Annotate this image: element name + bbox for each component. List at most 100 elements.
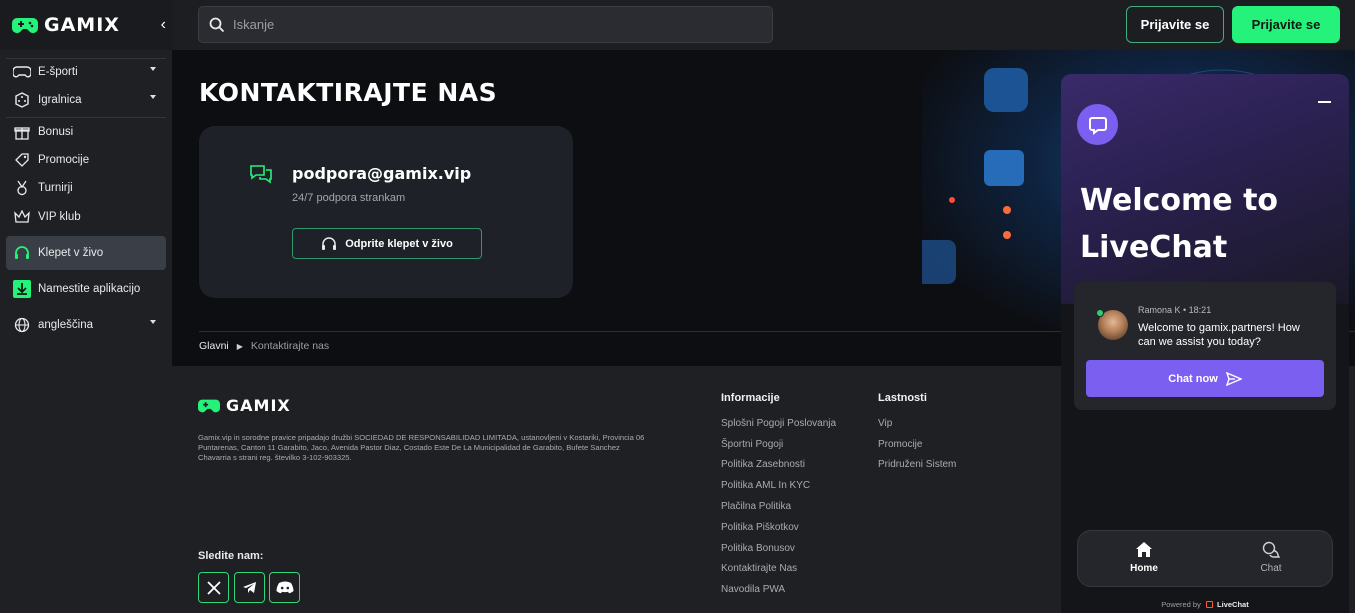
gamepad-logo-icon [198, 399, 220, 413]
sidebar-item-esports[interactable]: E-športi [6, 58, 166, 86]
footer-link[interactable]: Politika AML In KYC [721, 480, 810, 491]
top-bar: Prijavite se Prijavite se [172, 0, 1355, 50]
sidebar-item-label: Turnirji [38, 182, 73, 194]
footer-link[interactable]: Kontaktirajte Nas [721, 563, 797, 574]
sidebar-item-tournaments[interactable]: Turnirji [6, 174, 166, 202]
discord-social-button[interactable] [269, 572, 300, 603]
powered-by[interactable]: Powered by LiveChat [1061, 600, 1349, 609]
tab-home[interactable]: Home [1114, 541, 1174, 574]
online-status-dot [1096, 309, 1104, 317]
chat-bubbles-icon [1262, 541, 1280, 558]
x-social-button[interactable] [198, 572, 229, 603]
chat-bubbles-icon [250, 165, 272, 184]
logo-text: GAMIX [226, 396, 291, 415]
livechat-message-card: Ramona K • 18:21 Welcome to gamix.partne… [1074, 282, 1336, 410]
sidebar-item-live-chat[interactable]: Klepet v živo [6, 236, 166, 270]
livechat-tab-bar: Home Chat [1077, 530, 1333, 587]
sidebar-item-label: Bonusi [38, 126, 74, 138]
support-email[interactable]: podpora@gamix.vip [292, 164, 471, 183]
powered-prefix: Powered by [1161, 600, 1201, 609]
chevron-down-icon [150, 67, 156, 71]
chevron-down-icon [150, 320, 156, 324]
sidebar-item-label: Namestite aplikacijo [38, 283, 141, 295]
sidebar-item-vip[interactable]: VIP klub [6, 203, 166, 231]
tag-icon [12, 150, 32, 170]
search-input[interactable] [233, 17, 753, 32]
footer-link[interactable]: Navodila PWA [721, 584, 785, 595]
tab-chat[interactable]: Chat [1241, 541, 1301, 574]
footer-link[interactable]: Politika Zasebnosti [721, 459, 805, 470]
gamepad-logo-icon [12, 18, 38, 33]
footer-link[interactable]: Plačilna Politika [721, 501, 791, 512]
globe-icon [12, 315, 32, 335]
footer-logo[interactable]: GAMIX [198, 396, 291, 415]
powered-brand: LiveChat [1217, 600, 1249, 609]
open-live-chat-label: Odprite klepet v živo [345, 237, 453, 250]
livechat-header: Welcome to LiveChat [1061, 74, 1349, 304]
login-button[interactable]: Prijavite se [1126, 6, 1224, 43]
tab-label: Chat [1260, 563, 1282, 574]
breadcrumb-home[interactable]: Glavni [199, 340, 229, 352]
livechat-welcome: Welcome to LiveChat [1080, 183, 1279, 265]
agent-message: Welcome to gamix.partners! How can we as… [1138, 322, 1300, 348]
gamepad-icon [12, 62, 32, 82]
sidebar-item-label: Igralnica [38, 94, 82, 106]
sidebar-item-casino[interactable]: Igralnica [6, 86, 166, 114]
minimize-icon[interactable] [1318, 101, 1331, 103]
sidebar-item-promotions[interactable]: Promocije [6, 146, 166, 174]
footer-link[interactable]: Športni Pogoji [721, 439, 783, 450]
footer-column-title: Informacije [721, 392, 780, 404]
x-icon [206, 580, 221, 595]
footer-link[interactable]: Pridruženi Sistem [878, 459, 956, 470]
headset-icon [12, 243, 32, 263]
breadcrumb: Glavni ▶ Kontaktirajte nas [199, 340, 329, 352]
dice-icon [12, 90, 32, 110]
breadcrumb-current: Kontaktirajte nas [250, 340, 330, 352]
search-box[interactable] [198, 6, 773, 43]
open-live-chat-button[interactable]: Odprite klepet v živo [292, 228, 482, 259]
logo[interactable]: GAMIX ‹ [0, 0, 172, 50]
search-icon [209, 17, 225, 32]
sidebar-item-label: Promocije [38, 154, 90, 166]
footer-link[interactable]: Splošni Pogoji Poslovanja [721, 418, 836, 429]
sidebar-item-bonuses[interactable]: Bonusi [6, 118, 166, 146]
page-title: KONTAKTIRAJTE NAS [199, 78, 498, 107]
sidebar-item-label: VIP klub [38, 211, 81, 223]
footer-link[interactable]: Politika Bonusov [721, 543, 795, 554]
sidebar-item-install-app[interactable]: Namestite aplikacijo [6, 275, 166, 303]
telegram-icon [243, 582, 256, 593]
sidebar-item-label: angleščina [38, 319, 93, 331]
sidebar-item-label: Klepet v živo [38, 247, 104, 259]
logo-text: GAMIX [44, 14, 120, 36]
home-icon [1136, 542, 1152, 557]
footer-link[interactable]: Promocije [878, 439, 922, 450]
footer-column-title: Lastnosti [878, 392, 927, 404]
footer-link[interactable]: Politika Piškotkov [721, 522, 799, 533]
chat-bubble-icon [1088, 116, 1107, 135]
download-icon [12, 279, 32, 299]
sidebar-item-language[interactable]: angleščina [6, 311, 166, 339]
tab-label: Home [1130, 563, 1158, 574]
chat-now-label: Chat now [1168, 372, 1218, 385]
chevron-right-icon: ▶ [236, 341, 243, 351]
livechat-widget: Welcome to LiveChat Ramona K • 18:21 Wel… [1061, 74, 1349, 613]
legal-text: Gamix.vip in sorodne pravice pripadajo d… [198, 433, 645, 462]
support-subtitle: 24/7 podpora strankam [292, 192, 406, 204]
discord-icon [276, 581, 293, 594]
chevron-down-icon [150, 95, 156, 99]
chat-now-button[interactable]: Chat now [1086, 360, 1324, 397]
crown-icon [12, 207, 32, 227]
telegram-social-button[interactable] [234, 572, 265, 603]
livechat-logo [1077, 104, 1118, 145]
gift-icon [12, 122, 32, 142]
footer-link[interactable]: Vip [878, 418, 892, 429]
livechat-brand-icon [1205, 601, 1213, 608]
medal-icon [12, 178, 32, 198]
contact-card: podpora@gamix.vip 24/7 podpora strankam … [199, 126, 573, 298]
chevron-left-icon[interactable]: ‹ [161, 16, 166, 34]
register-button[interactable]: Prijavite se [1232, 6, 1340, 43]
headset-icon [322, 236, 337, 250]
send-icon [1225, 371, 1242, 386]
sidebar-item-label: E-športi [38, 66, 78, 78]
follow-label: Sledite nam: [198, 550, 264, 562]
